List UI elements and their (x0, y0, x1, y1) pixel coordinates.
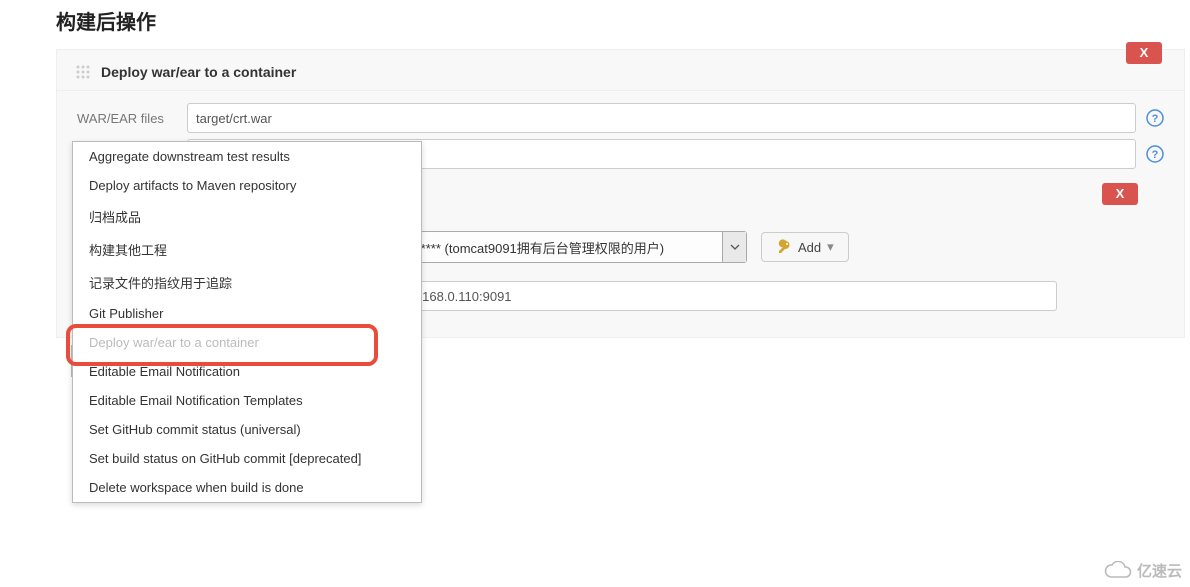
credentials-value: min/****** (tomcat9091拥有后台管理权限的用户) (386, 238, 664, 257)
svg-text:?: ? (1152, 113, 1159, 125)
watermark-text: 亿速云 (1137, 560, 1182, 581)
close-button-outer[interactable]: X (1126, 42, 1162, 64)
war-file-row: WAR/EAR files ? (77, 103, 1164, 133)
key-icon (776, 239, 792, 255)
add-button-label: Add (798, 240, 821, 255)
dropdown-item[interactable]: Set build status on GitHub commit [depre… (73, 444, 421, 473)
war-file-label: WAR/EAR files (77, 111, 187, 126)
add-credentials-button[interactable]: Add ▾ (761, 232, 849, 262)
credentials-select[interactable]: min/****** (tomcat9091拥有后台管理权限的用户) (377, 231, 747, 263)
chevron-down-icon (722, 232, 746, 262)
dropdown-item-deploy-war: Deploy war/ear to a container (73, 328, 421, 357)
dropdown-item[interactable]: Git Publisher (73, 299, 421, 328)
post-build-dropdown: Aggregate downstream test results Deploy… (72, 141, 422, 503)
help-icon[interactable]: ? (1146, 109, 1164, 127)
help-icon[interactable]: ? (1146, 145, 1164, 163)
cloud-icon (1103, 561, 1133, 581)
dropdown-item[interactable]: Deploy artifacts to Maven repository (73, 171, 421, 200)
dropdown-item[interactable]: 构建其他工程 (73, 233, 421, 266)
dropdown-item[interactable]: Set GitHub commit status (universal) (73, 415, 421, 444)
deploy-block-header: Deploy war/ear to a container (57, 50, 1184, 91)
deploy-block-title: Deploy war/ear to a container (101, 64, 296, 80)
drag-handle-icon[interactable] (75, 64, 91, 80)
page-title: 构建后操作 (56, 6, 1190, 35)
tomcat-url-row (377, 281, 1124, 311)
credentials-row: min/****** (tomcat9091拥有后台管理权限的用户) Add ▾ (377, 231, 1124, 263)
war-file-input[interactable] (187, 103, 1136, 133)
dropdown-item[interactable]: 记录文件的指纹用于追踪 (73, 266, 421, 299)
dropdown-item[interactable]: 归档成品 (73, 200, 421, 233)
watermark: 亿速云 (1103, 560, 1182, 581)
container-panel: min/****** (tomcat9091拥有后台管理权限的用户) Add ▾ (377, 231, 1124, 311)
chevron-down-icon: ▾ (827, 239, 834, 255)
dropdown-item[interactable]: Aggregate downstream test results (73, 142, 421, 171)
dropdown-item[interactable]: Editable Email Notification Templates (73, 386, 421, 415)
tomcat-url-input[interactable] (377, 281, 1057, 311)
svg-text:?: ? (1152, 149, 1159, 161)
dropdown-item[interactable]: Editable Email Notification (73, 357, 421, 386)
dropdown-item[interactable]: Delete workspace when build is done (73, 473, 421, 502)
close-button-inner[interactable]: X (1102, 183, 1138, 205)
